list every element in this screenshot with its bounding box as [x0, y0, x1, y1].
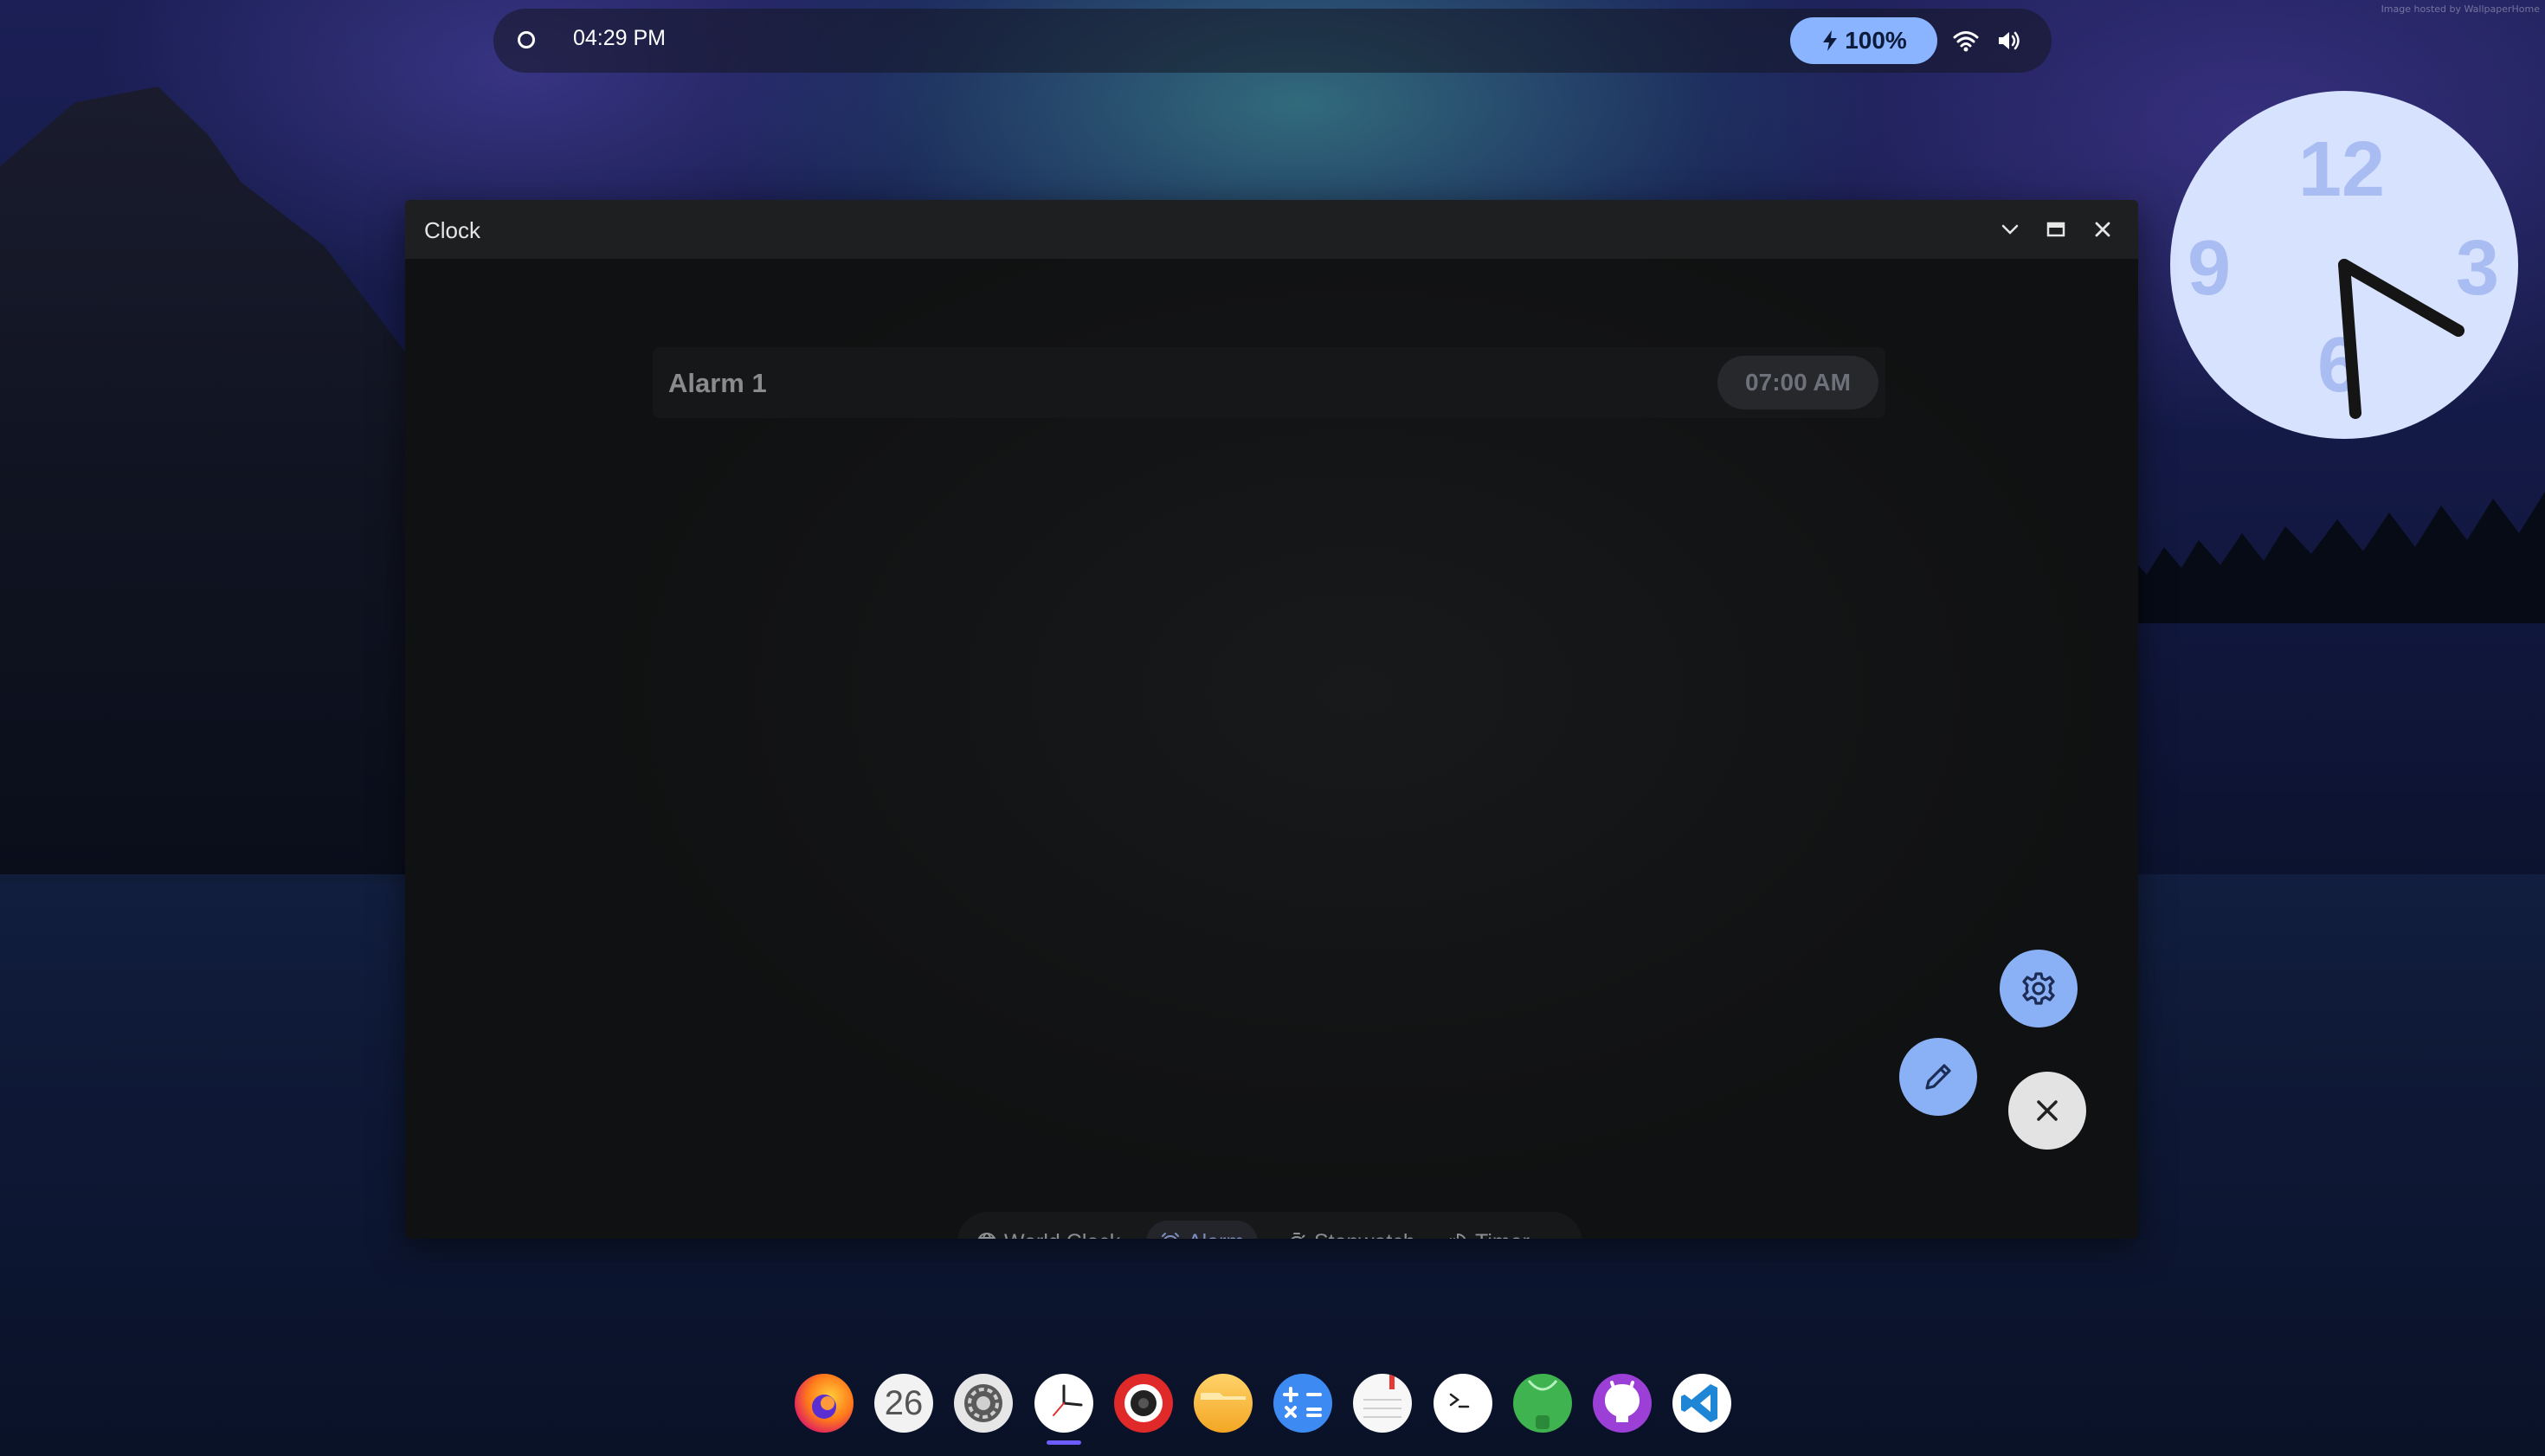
alarm-time-chip[interactable]: 07:00 AM — [1717, 356, 1878, 409]
wallpaper-watermark: Image hosted by WallpaperHome — [2381, 3, 2540, 15]
close-fab-button[interactable] — [2008, 1072, 2086, 1150]
clock-hands — [2338, 259, 2464, 419]
hour-hand — [2338, 259, 2464, 337]
alarm-name: Alarm 1 — [668, 368, 767, 398]
calculator-icon — [1283, 1387, 1322, 1418]
dock-notes[interactable] — [1353, 1374, 1412, 1433]
dock-android[interactable] — [1513, 1374, 1572, 1433]
battery-level: 100% — [1845, 27, 1907, 54]
dock-settings[interactable] — [954, 1374, 1013, 1433]
close-icon — [2095, 222, 2110, 237]
status-time[interactable]: 04:29 PM — [573, 26, 666, 51]
tab-timer[interactable]: Timer — [1434, 1221, 1543, 1239]
tab-label: Alarm — [1188, 1230, 1244, 1240]
tab-label: Timer — [1475, 1230, 1530, 1240]
dock-github[interactable] — [1593, 1374, 1652, 1433]
timer-icon — [1449, 1233, 1466, 1239]
active-app-indicator — [1047, 1440, 1081, 1445]
close-icon — [2037, 1100, 2058, 1121]
minimize-button[interactable] — [1996, 216, 2024, 243]
tab-alarm[interactable]: Alarm — [1146, 1221, 1259, 1240]
tab-label: Stopwatch — [1314, 1230, 1415, 1240]
github-icon — [1605, 1381, 1640, 1422]
maximize-button[interactable] — [2042, 216, 2070, 243]
dock-clock[interactable] — [1034, 1374, 1093, 1433]
gear-icon — [964, 1384, 1002, 1422]
chevron-down-icon — [2001, 224, 2019, 235]
dock-calculator[interactable] — [1273, 1374, 1332, 1433]
calendar-day: 26 — [884, 1383, 924, 1422]
dock-files[interactable] — [1194, 1374, 1253, 1433]
gear-icon — [2022, 972, 2055, 1005]
bolt-icon — [1823, 30, 1838, 51]
edit-fab-button[interactable] — [1899, 1038, 1977, 1116]
minute-hand — [2338, 259, 2361, 419]
window-title: Clock — [424, 217, 481, 243]
tab-stopwatch[interactable]: Stopwatch — [1272, 1221, 1429, 1239]
notes-icon — [1363, 1374, 1401, 1418]
vscode-icon — [1681, 1384, 1717, 1422]
alarm-page: Alarm 1 07:00 AM World Clock — [405, 259, 2138, 1239]
wallpaper-mountain — [0, 87, 416, 883]
wallpaper-trees — [2112, 492, 2545, 623]
android-icon — [1527, 1380, 1558, 1429]
analog-clock-widget: 12 3 6 9 — [2170, 91, 2518, 439]
tab-world-clock[interactable]: World Clock — [963, 1221, 1134, 1239]
stopwatch-icon — [1291, 1233, 1305, 1239]
alarm-list-item[interactable]: Alarm 1 07:00 AM — [653, 347, 1885, 418]
wifi-icon[interactable] — [1953, 28, 1979, 54]
circle-indicator-icon[interactable] — [518, 31, 535, 48]
dock-screen-recorder[interactable] — [1114, 1374, 1173, 1433]
firefox-icon — [812, 1395, 836, 1419]
alarm-icon — [1162, 1233, 1179, 1239]
volume-icon[interactable] — [1995, 28, 2021, 54]
clock-window: Clock Alarm 1 07:00 AM — [405, 200, 2138, 1239]
top-status-bar: 04:29 PM 100% — [493, 9, 2052, 73]
dock-terminal[interactable] — [1434, 1374, 1492, 1433]
dock-vscode[interactable] — [1672, 1374, 1731, 1433]
record-icon — [1124, 1384, 1163, 1422]
battery-indicator[interactable]: 100% — [1790, 17, 1937, 64]
folder-icon — [1201, 1393, 1246, 1400]
pencil-icon — [1925, 1064, 1951, 1090]
tab-label: World Clock — [1004, 1230, 1120, 1240]
globe-icon — [977, 1233, 996, 1239]
maximize-icon — [2046, 222, 2065, 237]
clock-icon — [1053, 1384, 1083, 1416]
bottom-navigation: World Clock Alarm Stopwatch Timer — [957, 1212, 1582, 1239]
settings-fab-button[interactable] — [2000, 950, 2078, 1028]
window-titlebar[interactable]: Clock — [405, 200, 2138, 259]
terminal-icon — [1449, 1393, 1470, 1408]
dock-calendar[interactable]: 26 — [874, 1374, 933, 1433]
close-window-button[interactable] — [2089, 216, 2117, 243]
dock-firefox[interactable] — [795, 1374, 854, 1433]
